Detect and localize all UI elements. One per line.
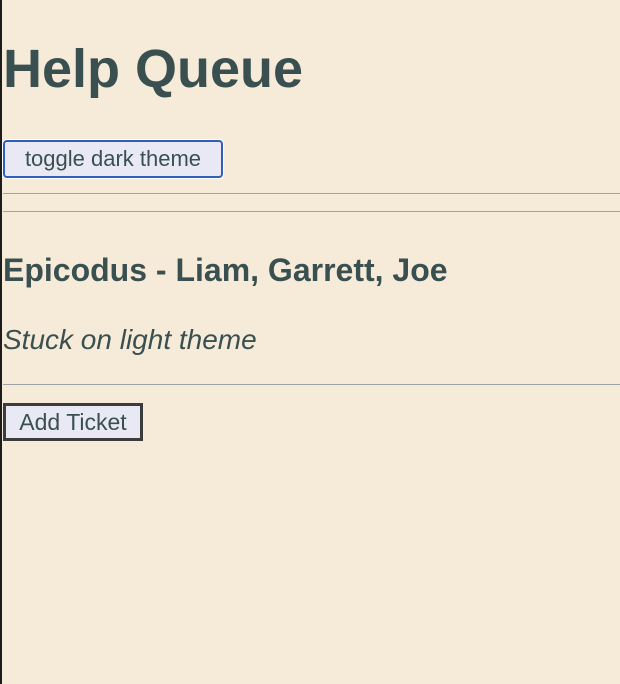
add-ticket-button[interactable]: Add Ticket: [3, 403, 143, 441]
toggle-dark-theme-button[interactable]: toggle dark theme: [3, 140, 223, 178]
header-divider: [3, 193, 620, 194]
ticket-names: Epicodus - Liam, Garrett, Joe: [3, 252, 448, 288]
ticket-issue: Stuck on light theme: [3, 324, 257, 355]
ticket-list-top-divider: [3, 211, 620, 212]
ticket-divider: [3, 384, 620, 385]
window-left-edge: [0, 0, 2, 684]
page-title: Help Queue: [3, 39, 304, 99]
